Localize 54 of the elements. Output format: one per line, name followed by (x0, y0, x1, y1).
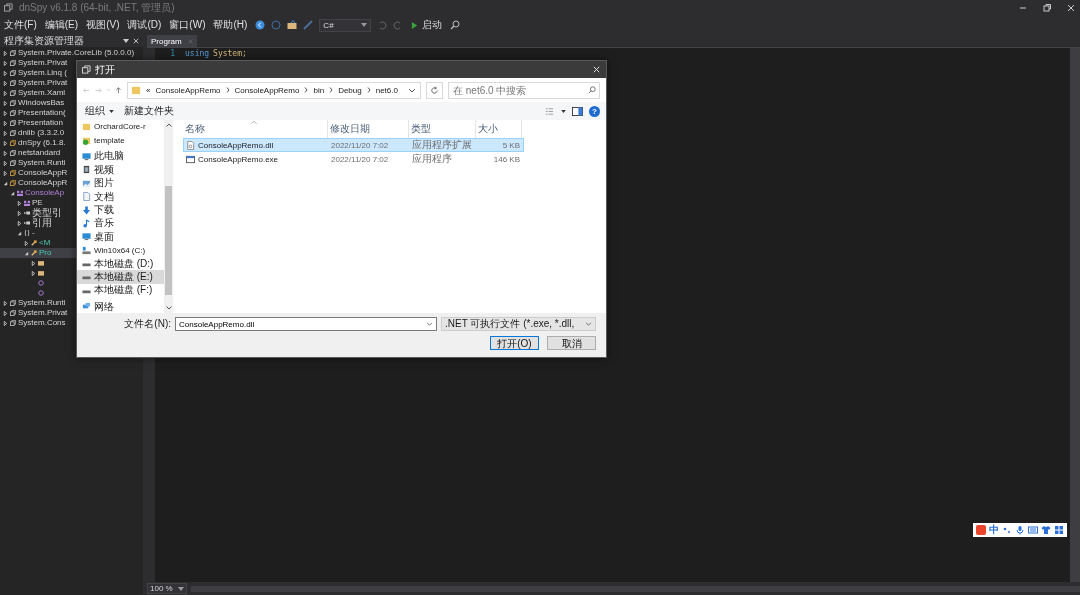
tree-label: System.Privat (18, 79, 68, 87)
panel-title: 程序集资源管理器 (4, 34, 84, 48)
navigation-label: template (94, 135, 125, 145)
tree-label: System.Linq ( (18, 69, 67, 77)
navigation-label: 图片 (94, 176, 114, 191)
code-text: System; (213, 49, 247, 58)
tree-label: PE (32, 199, 43, 207)
tree-label: ConsoleAppR (18, 179, 68, 187)
file-size: 146 KB (492, 154, 521, 164)
tree-label: <M (39, 239, 51, 247)
tree-label: System.Private.CoreLib (5.0.0.0) (18, 49, 135, 57)
navigation-label: 文档 (94, 189, 114, 204)
tree-label: System.Runti (18, 159, 66, 167)
tree-label: System.Privat (18, 59, 68, 67)
navigation-label: 桌面 (94, 229, 114, 244)
tree-label: ConsoleAp (25, 189, 65, 197)
tree-label: Presentation (18, 119, 63, 127)
tree-label: 类型引 (32, 208, 62, 218)
tree-label: Presentation( (18, 109, 66, 117)
dialog-title: 打开 (95, 62, 115, 77)
tree-label: dnSpy (6.1.8. (18, 139, 66, 147)
navigation-label: 本地磁盘 (F:) (94, 283, 153, 298)
tree-label: System.Xaml (18, 89, 66, 97)
navigation-label: 此电脑 (94, 149, 124, 164)
tree-label: ConsoleAppR (18, 169, 68, 177)
tree-label: System.Cons (18, 319, 66, 327)
filename-label: 文件名(N): (124, 317, 171, 331)
navigation-label: 本地磁盘 (D:) (94, 256, 154, 271)
tree-label: 引用 (32, 218, 52, 228)
navigation-label: 视频 (94, 162, 114, 177)
file-name: ConsoleAppRemo.exe (198, 154, 279, 164)
tree-label: System.Privat (18, 309, 68, 317)
file-type: 应用程序 (411, 152, 453, 166)
file-type: 应用程序扩展 (411, 138, 473, 152)
tree-label: - (32, 229, 35, 237)
navigation-label: OrchardCore-r (94, 122, 146, 132)
navigation-label: 下载 (94, 203, 114, 217)
window-title: dnSpy v6.1.8 (64-bit, .NET, 管理员) (19, 0, 175, 15)
navigation-label: 网络 (94, 299, 114, 313)
code-keyword: using (185, 49, 210, 58)
tree-label: Pro (39, 249, 52, 257)
navigation-label: Win10x64 (C:) (94, 245, 146, 255)
file-date: 2022/11/20 7:02 (330, 140, 390, 150)
line-number: 1 (169, 49, 175, 58)
tree-label: WindowsBas (18, 99, 65, 107)
navigation-label: 本地磁盘 (E:) (94, 270, 153, 284)
tree-label: dnlib (3.3.2.0 (18, 129, 65, 137)
file-name: ConsoleAppRemo.dll (198, 140, 274, 150)
tab-label: Program (151, 36, 182, 46)
file-size: 5 KB (501, 140, 521, 150)
navigation-label: 音乐 (94, 216, 114, 231)
tree-label: netstandard (18, 149, 61, 157)
file-date: 2022/11/20 7:02 (330, 154, 390, 164)
tree-label: System.Runti (18, 299, 66, 307)
